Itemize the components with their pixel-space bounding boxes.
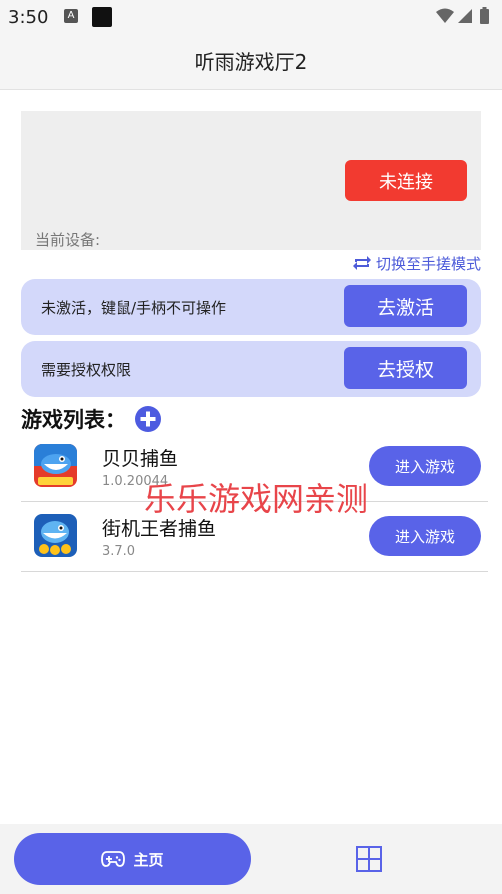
nav-home-label: 主页	[133, 850, 164, 869]
notification-a-icon: A	[64, 9, 78, 23]
activation-card: 未激活，键鼠/手柄不可操作 去激活	[21, 279, 481, 335]
authorization-card: 需要授权权限 去授权	[21, 341, 481, 397]
connect-button[interactable]: 未连接	[345, 160, 467, 201]
activation-status-text: 未激活，键鼠/手柄不可操作	[41, 299, 227, 317]
title-bar: 听雨游戏厅2	[0, 36, 502, 90]
wifi-icon	[436, 8, 454, 23]
system-indicators	[436, 7, 489, 24]
signal-icon	[458, 9, 472, 23]
game-version: 3.7.0	[102, 544, 136, 559]
authorize-button[interactable]: 去授权	[344, 347, 467, 389]
authorization-status-text: 需要授权权限	[41, 361, 132, 379]
watermark-text: 乐乐游戏网亲测	[144, 480, 369, 518]
games-list-title: 游戏列表：	[21, 408, 126, 432]
fish-game-icon	[34, 514, 77, 557]
swap-icon	[352, 256, 371, 270]
page-title: 听雨游戏厅2	[194, 50, 308, 74]
enter-game-button[interactable]: 进入游戏	[369, 516, 481, 556]
add-game-icon[interactable]	[134, 405, 162, 433]
status-time: 3:50	[8, 7, 49, 28]
current-device-label: 当前设备:	[35, 231, 101, 249]
switch-mode-label: 切换至手搓模式	[375, 254, 481, 273]
gamepad-icon	[101, 851, 126, 867]
status-bar: 3:50 A	[0, 0, 502, 36]
bottom-nav: 主页	[0, 824, 502, 894]
game-name: 贝贝捕鱼	[102, 448, 179, 470]
switch-mode-link[interactable]: 切换至手搓模式	[352, 252, 481, 274]
grid-icon[interactable]	[356, 846, 382, 872]
battery-icon	[480, 7, 489, 24]
fish-game-icon	[34, 444, 77, 487]
activate-button[interactable]: 去激活	[344, 285, 467, 327]
games-header: 游戏列表：	[21, 404, 162, 434]
enter-game-button[interactable]: 进入游戏	[369, 446, 481, 486]
nav-home-tab[interactable]: 主页	[14, 833, 251, 885]
notification-square-icon	[92, 7, 112, 27]
device-panel: 未连接 当前设备:	[21, 111, 481, 250]
